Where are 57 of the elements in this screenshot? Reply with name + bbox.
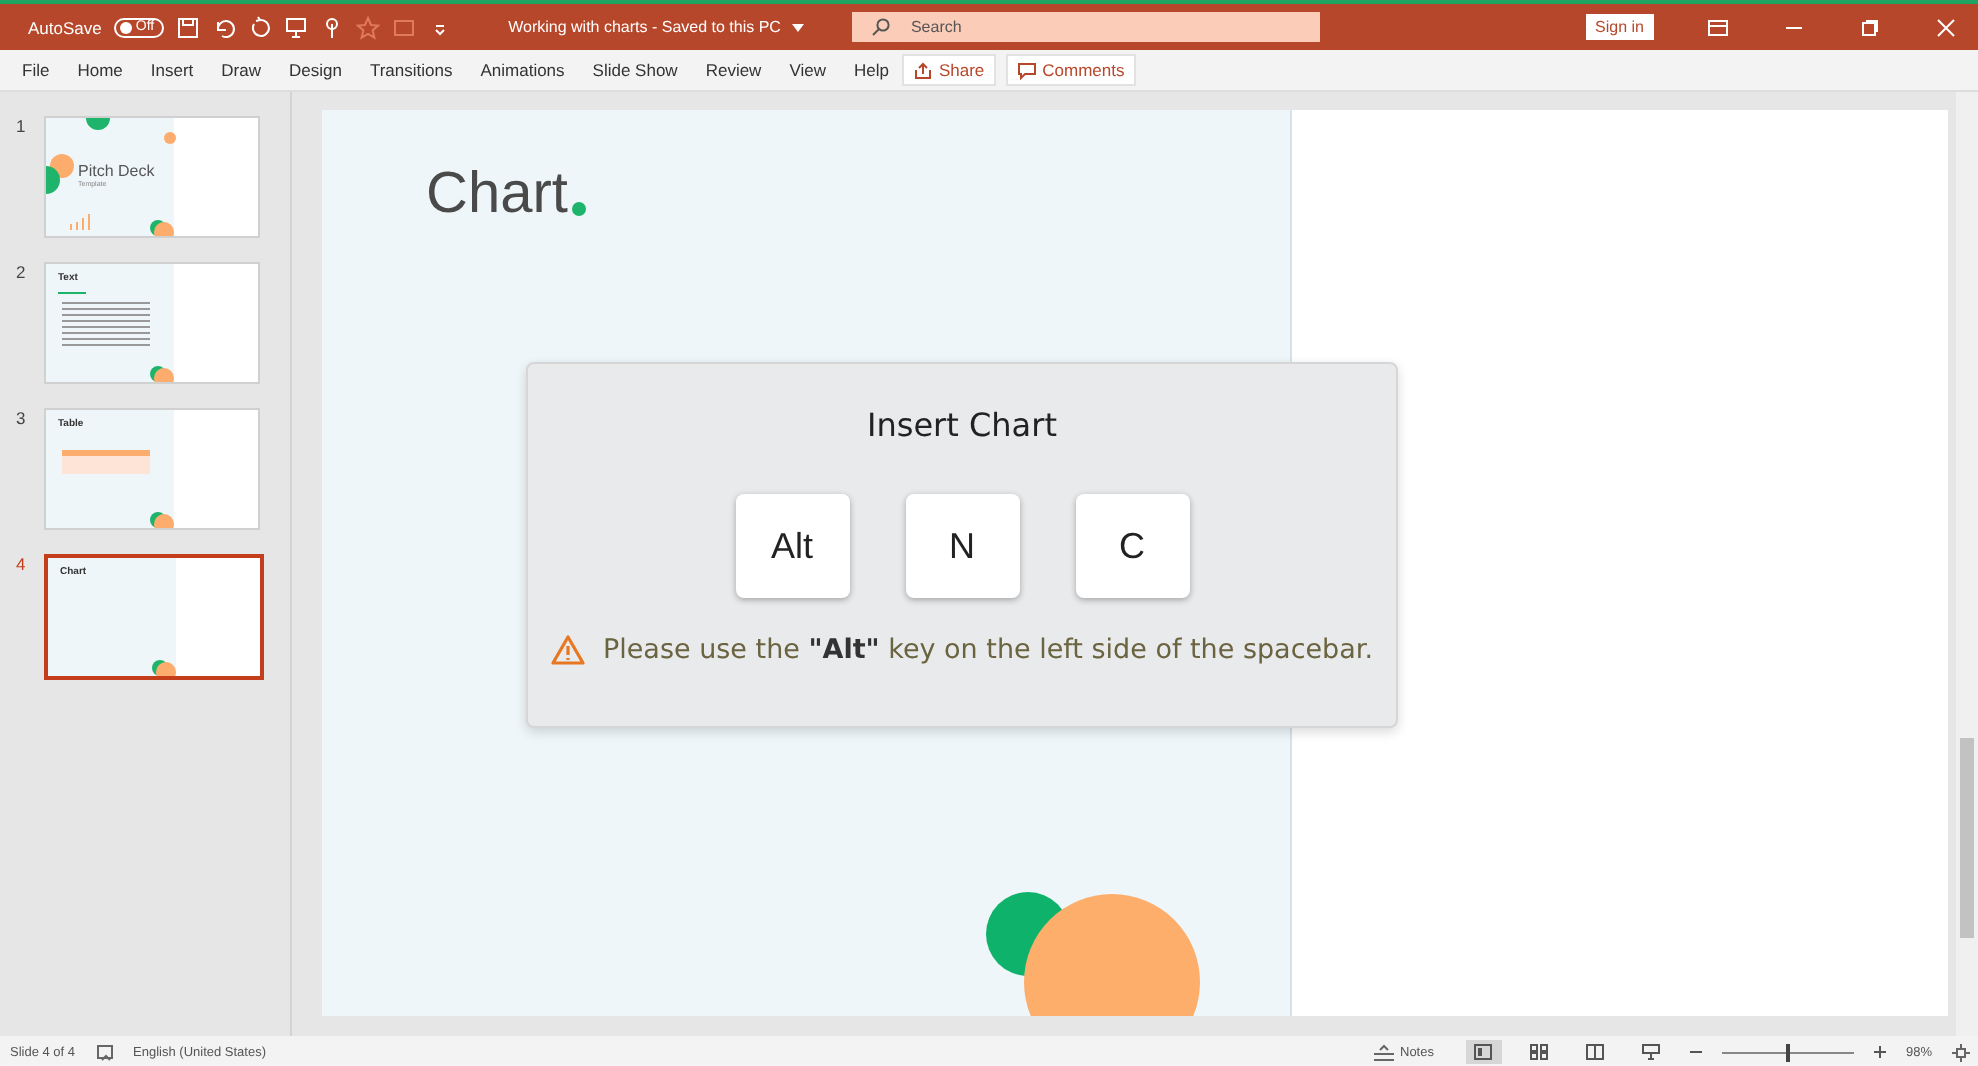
circles-drawing (150, 218, 176, 236)
slide-title: Chart (426, 162, 568, 228)
keyboard-key: Alt (735, 494, 849, 598)
caret-icon[interactable] (792, 23, 805, 31)
keyboard-key: C (1075, 494, 1189, 598)
slide-number: 3 (14, 408, 28, 428)
warning-icon (550, 634, 587, 666)
notes-icon (1372, 1043, 1396, 1061)
zoom-out-icon[interactable] (1689, 1046, 1702, 1058)
normal-view-icon[interactable] (1465, 1040, 1502, 1064)
ribbon-tab[interactable]: Review (691, 60, 776, 80)
comments-button[interactable]: Comments (1006, 54, 1137, 86)
thumbnail-title: Pitch Deck (78, 162, 157, 180)
search-icon (872, 18, 891, 36)
presentation-icon[interactable] (284, 15, 309, 39)
scrollbar[interactable] (1956, 92, 1978, 1036)
slide-number: 2 (14, 262, 28, 282)
ribbon-tab[interactable]: View (775, 60, 840, 80)
comment-icon (1018, 61, 1037, 79)
title-dot (571, 202, 586, 216)
document-title[interactable]: Working with charts - Saved to this PC (508, 18, 781, 36)
save-icon[interactable] (176, 15, 201, 39)
keyboard-key: N (905, 494, 1019, 598)
ribbon-tab[interactable]: Home (63, 60, 137, 80)
dialog-title: Insert Chart (867, 406, 1057, 444)
undo-icon[interactable] (212, 15, 237, 39)
slide-number: 4 (14, 554, 28, 574)
ribbon-tab[interactable]: File (8, 60, 64, 80)
zoom-in-icon[interactable] (1873, 1046, 1886, 1058)
text-lines-drawing (58, 292, 150, 346)
circles-drawing (150, 510, 176, 528)
hint-text: Please use the "Alt" key on the left side of the spacebar. (602, 634, 1373, 666)
sign-in-button[interactable]: Sign in (1585, 14, 1654, 40)
table-drawing (62, 450, 150, 474)
spelling-icon[interactable] (95, 1043, 114, 1061)
ribbon-tab[interactable]: Transitions (355, 60, 467, 80)
restore-icon[interactable] (1858, 15, 1882, 39)
ribbon-tab[interactable]: Help (839, 60, 903, 80)
ribbon-tab[interactable]: Draw (207, 60, 275, 80)
ribbon-tab[interactable]: Insert (136, 60, 208, 80)
star-icon[interactable] (356, 15, 381, 39)
slide-number: 1 (14, 116, 28, 136)
ribbon-display-icon[interactable] (1706, 15, 1730, 39)
redo-icon[interactable] (248, 15, 273, 39)
fit-slide-icon[interactable] (1952, 1043, 1970, 1061)
share-button[interactable]: Share (902, 54, 997, 86)
ribbon-tab[interactable]: Design (275, 60, 356, 80)
close-icon[interactable] (1934, 15, 1958, 39)
search-placeholder: Search (910, 18, 962, 36)
autosave-label: AutoSave (28, 17, 102, 37)
share-icon (914, 61, 933, 79)
decoration-drawing (46, 118, 176, 234)
ribbon-tab[interactable]: Slide Show (578, 60, 692, 80)
circles-drawing (152, 658, 178, 676)
ribbon-tab[interactable]: Animations (466, 60, 579, 80)
circles-drawing (150, 364, 176, 382)
search-field[interactable]: Search (852, 12, 1321, 42)
